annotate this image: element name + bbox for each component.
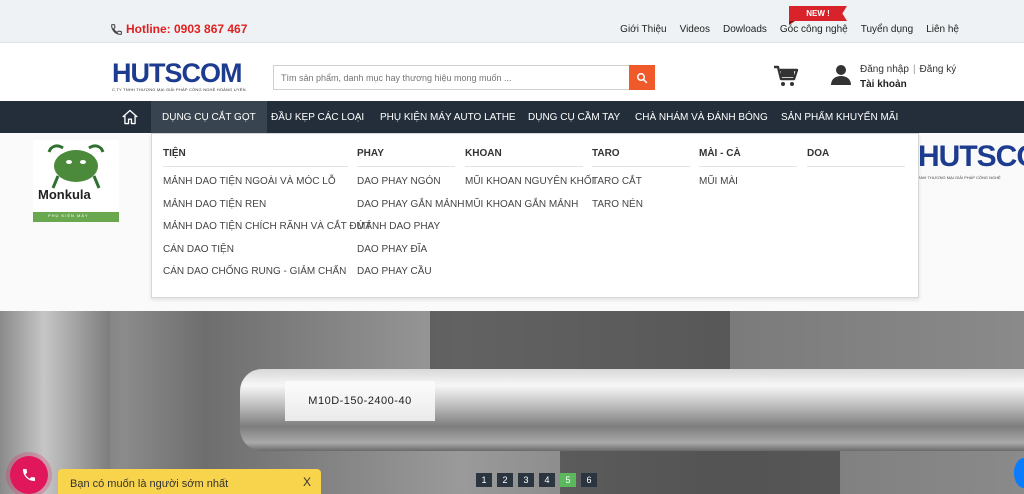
call-button[interactable]	[10, 456, 48, 494]
main-nav: DỤNG CỤ CẮT GỌT ĐẦU KẸP CÁC LOẠI PHỤ KIỆ…	[0, 101, 1024, 133]
menu-col-title[interactable]: MÀI - CÀ	[699, 148, 797, 167]
menu-item[interactable]: CÁN DAO CHỐNG RUNG - GIẢM CHẤN	[163, 266, 348, 289]
menu-col-title[interactable]: KHOAN	[465, 148, 583, 167]
phone-call-icon	[23, 469, 35, 481]
site-header: HUTSCOM C.TY TNHH THƯƠNG MẠI GIẢI PHÁP C…	[0, 44, 1024, 101]
slider-page-5[interactable]: 5	[560, 473, 576, 487]
search-button[interactable]	[629, 65, 655, 90]
slider-pagination: 1 2 3 4 5 6	[476, 473, 597, 487]
search-input[interactable]	[273, 65, 630, 90]
link-gioi-thieu[interactable]: Giới Thiệu	[620, 24, 666, 35]
hotline[interactable]: Hotline: 0903 867 467	[110, 22, 247, 36]
menu-col-tien: TIỆN MẢNH DAO TIỆN NGOÀI VÀ MÓC LỖ MẢNH …	[163, 148, 371, 289]
slider-page-2[interactable]: 2	[497, 473, 513, 487]
site-logo[interactable]: HUTSCOM C.TY TNHH THƯƠNG MẠI GIẢI PHÁP C…	[112, 59, 246, 95]
nav-phu-kien-auto-lathe[interactable]: PHỤ KIỆN MÁY AUTO LATHE	[369, 101, 527, 133]
menu-item[interactable]: MẢNH DAO TIỆN NGOÀI VÀ MÓC LỖ	[163, 176, 348, 199]
menu-item[interactable]: TARO NÉN	[592, 199, 690, 222]
menu-item[interactable]: MẢNH DAO PHAY	[357, 221, 455, 244]
login-link[interactable]: Đăng nhập	[860, 64, 909, 75]
auth-links: Đăng nhập | Đăng ký Tài khoản	[860, 62, 956, 92]
hero-shadow-2	[560, 451, 840, 494]
logo-subtitle: C.TY TNHH THƯƠNG MẠI GIẢI PHÁP CÔNG NGHỆ…	[112, 87, 246, 92]
nav-dung-cu-cat-got[interactable]: DỤNG CỤ CẮT GỌT	[151, 101, 267, 133]
link-downloads[interactable]: Dowloads	[723, 24, 767, 35]
nav-khuyen-mai[interactable]: SẢN PHẨM KHUYẾN MÃI	[770, 101, 909, 133]
menu-item[interactable]: MŨI KHOAN NGUYÊN KHỐI	[465, 176, 594, 199]
account-button[interactable]	[829, 62, 853, 91]
top-links: Giới Thiệu Videos Dowloads Góc công nghệ…	[620, 24, 959, 35]
hero-slider[interactable]: M10D-150-2400-40	[0, 311, 1024, 494]
top-bar: Hotline: 0903 867 467 NEW ! Giới Thiệu V…	[0, 0, 1024, 43]
menu-item[interactable]: CÁN DAO TIỆN	[163, 244, 348, 267]
monkula-logo	[33, 140, 119, 222]
menu-item[interactable]: MŨI MÀI	[699, 176, 797, 199]
menu-col-title[interactable]: PHAY	[357, 148, 455, 167]
banner-brand-sub: ANH THƯƠNG MẠI GIẢI PHÁP CÔNG NGHỆ	[918, 175, 1001, 180]
nav-dung-cu-cam-tay[interactable]: DỤNG CỤ CẦM TAY	[517, 101, 631, 133]
menu-item[interactable]: DAO PHAY ĐĨA	[357, 244, 455, 267]
menu-item[interactable]: MŨI KHOAN GẮN MẢNH	[465, 199, 583, 222]
slider-page-4[interactable]: 4	[539, 473, 555, 487]
logo-text: HUTSCOM	[112, 58, 243, 88]
slider-page-1[interactable]: 1	[476, 473, 492, 487]
menu-col-khoan: KHOAN MŨI KHOAN NGUYÊN KHỐI MŨI KHOAN GẮ…	[465, 148, 594, 222]
phone-icon	[111, 23, 122, 35]
link-tuyen-dung[interactable]: Tuyển dụng	[861, 24, 913, 35]
menu-col-title[interactable]: DOA	[807, 148, 905, 167]
link-goc-cong-nghe[interactable]: Góc công nghệ	[780, 24, 848, 35]
hero-rod-label: M10D-150-2400-40	[285, 381, 435, 421]
account-label[interactable]: Tài khoản	[860, 77, 956, 92]
auth-separator: |	[912, 64, 916, 75]
menu-col-taro: TARO TARO CẮT TARO NÉN	[592, 148, 690, 221]
menu-item[interactable]: TARO CẮT	[592, 176, 690, 199]
menu-item[interactable]: MẢNH DAO TIỆN CHÍCH RÃNH VÀ CẮT ĐỨT	[163, 221, 371, 244]
user-icon	[831, 65, 851, 85]
hotline-text: Hotline: 0903 867 467	[126, 22, 248, 36]
new-badge: NEW !	[789, 6, 847, 21]
menu-col-title[interactable]: TIỆN	[163, 148, 348, 167]
notification-close-button[interactable]: X	[303, 475, 311, 489]
menu-col-title[interactable]: TARO	[592, 148, 690, 167]
menu-item[interactable]: DAO PHAY GẮN MẢNH	[357, 199, 464, 222]
nav-home[interactable]	[112, 101, 148, 133]
banner-brand-logo: HUTSCOM	[918, 140, 1024, 173]
hero-shadow	[430, 311, 730, 371]
home-icon	[122, 109, 138, 125]
slider-page-3[interactable]: 3	[518, 473, 534, 487]
menu-col-mai-ca: MÀI - CÀ MŨI MÀI	[699, 148, 797, 199]
slider-page-6[interactable]: 6	[581, 473, 597, 487]
cart-button[interactable]	[773, 65, 799, 92]
register-link[interactable]: Đăng ký	[920, 64, 957, 75]
cart-icon	[774, 65, 799, 86]
notification-bar[interactable]: Bạn có muốn là người sớm nhất X	[58, 469, 321, 494]
mega-menu: TIỆN MẢNH DAO TIỆN NGOÀI VÀ MÓC LỖ MẢNH …	[151, 133, 919, 298]
menu-item[interactable]: MẢNH DAO TIỆN REN	[163, 199, 348, 222]
link-lien-he[interactable]: Liên hệ	[926, 24, 959, 35]
monkula-sub: PHỤ KIỆN MÁY	[48, 213, 89, 218]
nav-dau-kep[interactable]: ĐẦU KẸP CÁC LOẠI	[260, 101, 375, 133]
nav-cha-nham[interactable]: CHÀ NHÁM VÀ ĐÁNH BÓNG	[624, 101, 779, 133]
link-videos[interactable]: Videos	[680, 24, 710, 35]
monkula-brand: Monkula	[38, 187, 91, 202]
menu-col-phay: PHAY DAO PHAY NGÓN DAO PHAY GẮN MẢNH MẢN…	[357, 148, 464, 289]
menu-item[interactable]: DAO PHAY NGÓN	[357, 176, 455, 199]
menu-item[interactable]: DAO PHAY CẦU	[357, 266, 455, 289]
notification-text: Bạn có muốn là người sớm nhất	[70, 478, 229, 490]
menu-col-doa: DOA	[807, 148, 905, 176]
search-icon	[637, 72, 648, 83]
